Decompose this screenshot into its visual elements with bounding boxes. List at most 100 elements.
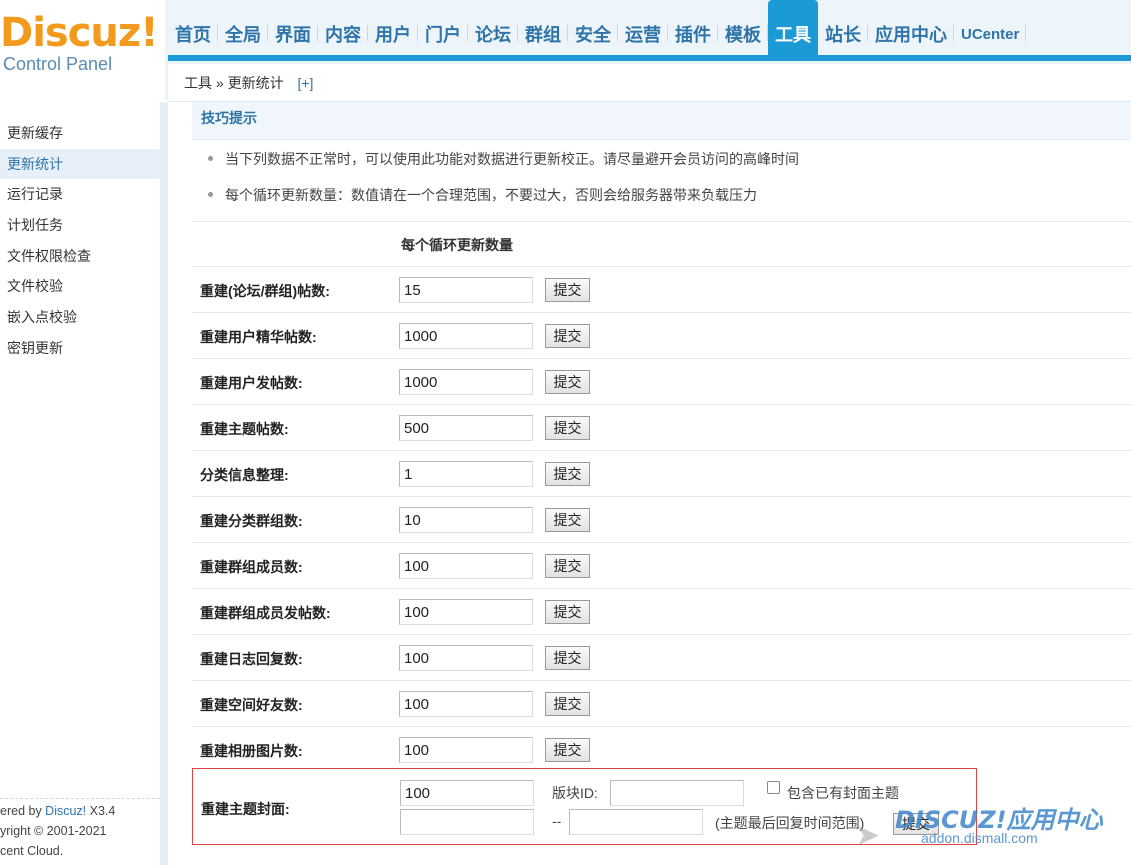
version-text: X3.4 bbox=[86, 804, 116, 818]
breadcrumb-section[interactable]: 工具 bbox=[184, 75, 212, 91]
tips-title: 技巧提示 bbox=[201, 110, 257, 126]
row-label: 重建用户精华帖数: bbox=[200, 329, 317, 345]
sidebar-footer: ered by Discuz! X3.4 yright © 2001-2021 … bbox=[0, 798, 160, 861]
sidebar-item[interactable]: 运行记录 bbox=[0, 179, 160, 210]
nav-tab[interactable]: 门户 bbox=[418, 0, 468, 55]
cover-count-input[interactable] bbox=[400, 780, 534, 806]
sidebar-item[interactable]: 更新统计 bbox=[0, 148, 160, 180]
form-row: 重建用户发帖数: 提交 bbox=[192, 358, 1131, 404]
form-row: 重建空间好友数: 提交 bbox=[192, 680, 1131, 726]
count-input[interactable] bbox=[399, 691, 533, 717]
discuz-logo[interactable]: Discuz! Control Panel bbox=[0, 0, 165, 100]
include-covered-label: 包含已有封面主题 bbox=[787, 785, 899, 801]
form-row: 分类信息整理: 提交 bbox=[192, 450, 1131, 496]
logo-subtitle: Control Panel bbox=[3, 54, 113, 74]
nav-tab[interactable]: 论坛 bbox=[468, 0, 518, 55]
row-label: 重建群组成员数: bbox=[200, 559, 303, 575]
time-start-input[interactable] bbox=[400, 809, 534, 835]
cover-submit-button[interactable]: 提交 bbox=[893, 813, 939, 835]
nav-tab[interactable]: 界面 bbox=[268, 0, 318, 55]
count-input[interactable] bbox=[399, 737, 533, 763]
count-input[interactable] bbox=[399, 461, 533, 487]
submit-button[interactable]: 提交 bbox=[545, 416, 590, 440]
sidebar-item[interactable]: 文件权限检查 bbox=[0, 241, 160, 272]
count-input[interactable] bbox=[399, 507, 533, 533]
nav-tab[interactable]: 群组 bbox=[518, 0, 568, 55]
breadcrumb: 工具 » 更新统计 [+] bbox=[168, 64, 1131, 102]
nav-tab[interactable]: 应用中心 bbox=[868, 0, 954, 55]
form-row: 重建用户精华帖数: 提交 bbox=[192, 312, 1131, 358]
nav-tab[interactable]: 全局 bbox=[218, 0, 268, 55]
count-input[interactable] bbox=[399, 277, 533, 303]
row-label: 重建(论坛/群组)帖数: bbox=[200, 283, 330, 299]
sidebar: 更新缓存 更新统计 运行记录 计划任务 文件权限检查 文件校验 嵌入点校验 密钥更新 ered… bbox=[0, 102, 168, 865]
row-label: 重建分类群组数: bbox=[200, 513, 303, 529]
submit-button[interactable]: 提交 bbox=[545, 508, 590, 532]
nav-tab[interactable]: 工具 bbox=[768, 0, 818, 55]
logo-text: Discuz! bbox=[0, 10, 158, 56]
rebuild-cover-label: 重建主题封面: bbox=[201, 801, 290, 817]
nav-tab[interactable]: 插件 bbox=[668, 0, 718, 55]
form-row: 重建相册图片数: 提交 bbox=[192, 726, 1131, 772]
submit-button[interactable]: 提交 bbox=[545, 462, 590, 486]
submit-button[interactable]: 提交 bbox=[545, 324, 590, 348]
count-input[interactable] bbox=[399, 369, 533, 395]
submit-button[interactable]: 提交 bbox=[545, 370, 590, 394]
nav-tab[interactable]: 运营 bbox=[618, 0, 668, 55]
nav-tab[interactable]: 用户 bbox=[368, 0, 418, 55]
submit-button[interactable]: 提交 bbox=[545, 600, 590, 624]
submit-button[interactable]: 提交 bbox=[545, 646, 590, 670]
sidebar-item[interactable]: 文件校验 bbox=[0, 271, 160, 302]
row-label: 分类信息整理: bbox=[200, 467, 289, 483]
company-text: cent Cloud. bbox=[0, 844, 64, 858]
main-content: 技巧提示 当下列数据不正常时，可以使用此功能对数据进行更新校正。请尽量避开会员访… bbox=[192, 102, 1131, 865]
nav-underline bbox=[168, 55, 1131, 61]
count-input[interactable] bbox=[399, 645, 533, 671]
header: Discuz! Control Panel 首页 全局 界面 内容 用户 门户 论坛 群组 安全… bbox=[0, 0, 1131, 102]
add-shortcut-button[interactable]: [+] bbox=[297, 75, 313, 91]
nav-tab[interactable]: 内容 bbox=[318, 0, 368, 55]
form-row: 重建群组成员发帖数: 提交 bbox=[192, 588, 1131, 634]
count-input[interactable] bbox=[399, 415, 533, 441]
nav-separator bbox=[1025, 25, 1027, 41]
copyright-text: yright © 2001-2021 bbox=[0, 824, 107, 838]
block-id-label: 版块ID: bbox=[552, 785, 598, 801]
count-input[interactable] bbox=[399, 599, 533, 625]
tip-item: 当下列数据不正常时，可以使用此功能对数据进行更新校正。请尽量避开会员访问的高峰时… bbox=[206, 144, 799, 180]
count-input[interactable] bbox=[399, 323, 533, 349]
rebuild-cover-row: 重建主题封面: 版块ID: 包含已有封面主题 -- (主题最后回复时间范围) 提… bbox=[192, 768, 977, 845]
sidebar-item[interactable]: 计划任务 bbox=[0, 210, 160, 241]
sidebar-item[interactable]: 更新缓存 bbox=[0, 118, 160, 149]
time-end-input[interactable] bbox=[569, 809, 703, 835]
submit-button[interactable]: 提交 bbox=[545, 692, 590, 716]
range-separator: -- bbox=[552, 813, 562, 829]
row-label: 重建用户发帖数: bbox=[200, 375, 303, 391]
nav-tab[interactable]: 模板 bbox=[718, 0, 768, 55]
nav-tab[interactable]: 站长 bbox=[818, 0, 868, 55]
powered-by-text: ered by bbox=[0, 804, 46, 818]
sidebar-item[interactable]: 嵌入点校验 bbox=[0, 302, 160, 333]
breadcrumb-page: 更新统计 bbox=[227, 75, 284, 91]
nav-tab[interactable]: 安全 bbox=[568, 0, 618, 55]
tips-header: 技巧提示 bbox=[192, 102, 1131, 140]
time-range-note: (主题最后回复时间范围) bbox=[715, 815, 865, 831]
sidebar-divider bbox=[160, 102, 168, 865]
submit-button[interactable]: 提交 bbox=[545, 554, 590, 578]
submit-button[interactable]: 提交 bbox=[545, 278, 590, 302]
form-row: 重建主题帖数: 提交 bbox=[192, 404, 1131, 450]
tip-item: 每个循环更新数量：数值请在一个合理范围，不要过大，否则会给服务器带来负载压力 bbox=[206, 180, 799, 216]
row-label: 重建日志回复数: bbox=[200, 651, 303, 667]
form-row: 重建日志回复数: 提交 bbox=[192, 634, 1131, 680]
include-covered-checkbox[interactable] bbox=[767, 781, 780, 794]
update-stats-form: 每个循环更新数量 重建(论坛/群组)帖数:提交重建用户精华帖数:提交重建用户发帖… bbox=[192, 221, 1131, 772]
top-navigation: 首页 全局 界面 内容 用户 门户 论坛 群组 安全 运营 插件 模板 工具 站长 应用中心 UCenter bbox=[168, 0, 1131, 61]
nav-tab[interactable]: 首页 bbox=[168, 0, 218, 55]
discuz-link[interactable]: Discuz! bbox=[45, 804, 86, 818]
breadcrumb-separator: » bbox=[215, 75, 224, 91]
submit-button[interactable]: 提交 bbox=[545, 738, 590, 762]
block-id-input[interactable] bbox=[610, 780, 744, 806]
count-input[interactable] bbox=[399, 553, 533, 579]
nav-tab[interactable]: UCenter bbox=[954, 0, 1027, 55]
form-row: 重建群组成员数: 提交 bbox=[192, 542, 1131, 588]
sidebar-item[interactable]: 密钥更新 bbox=[0, 333, 160, 364]
